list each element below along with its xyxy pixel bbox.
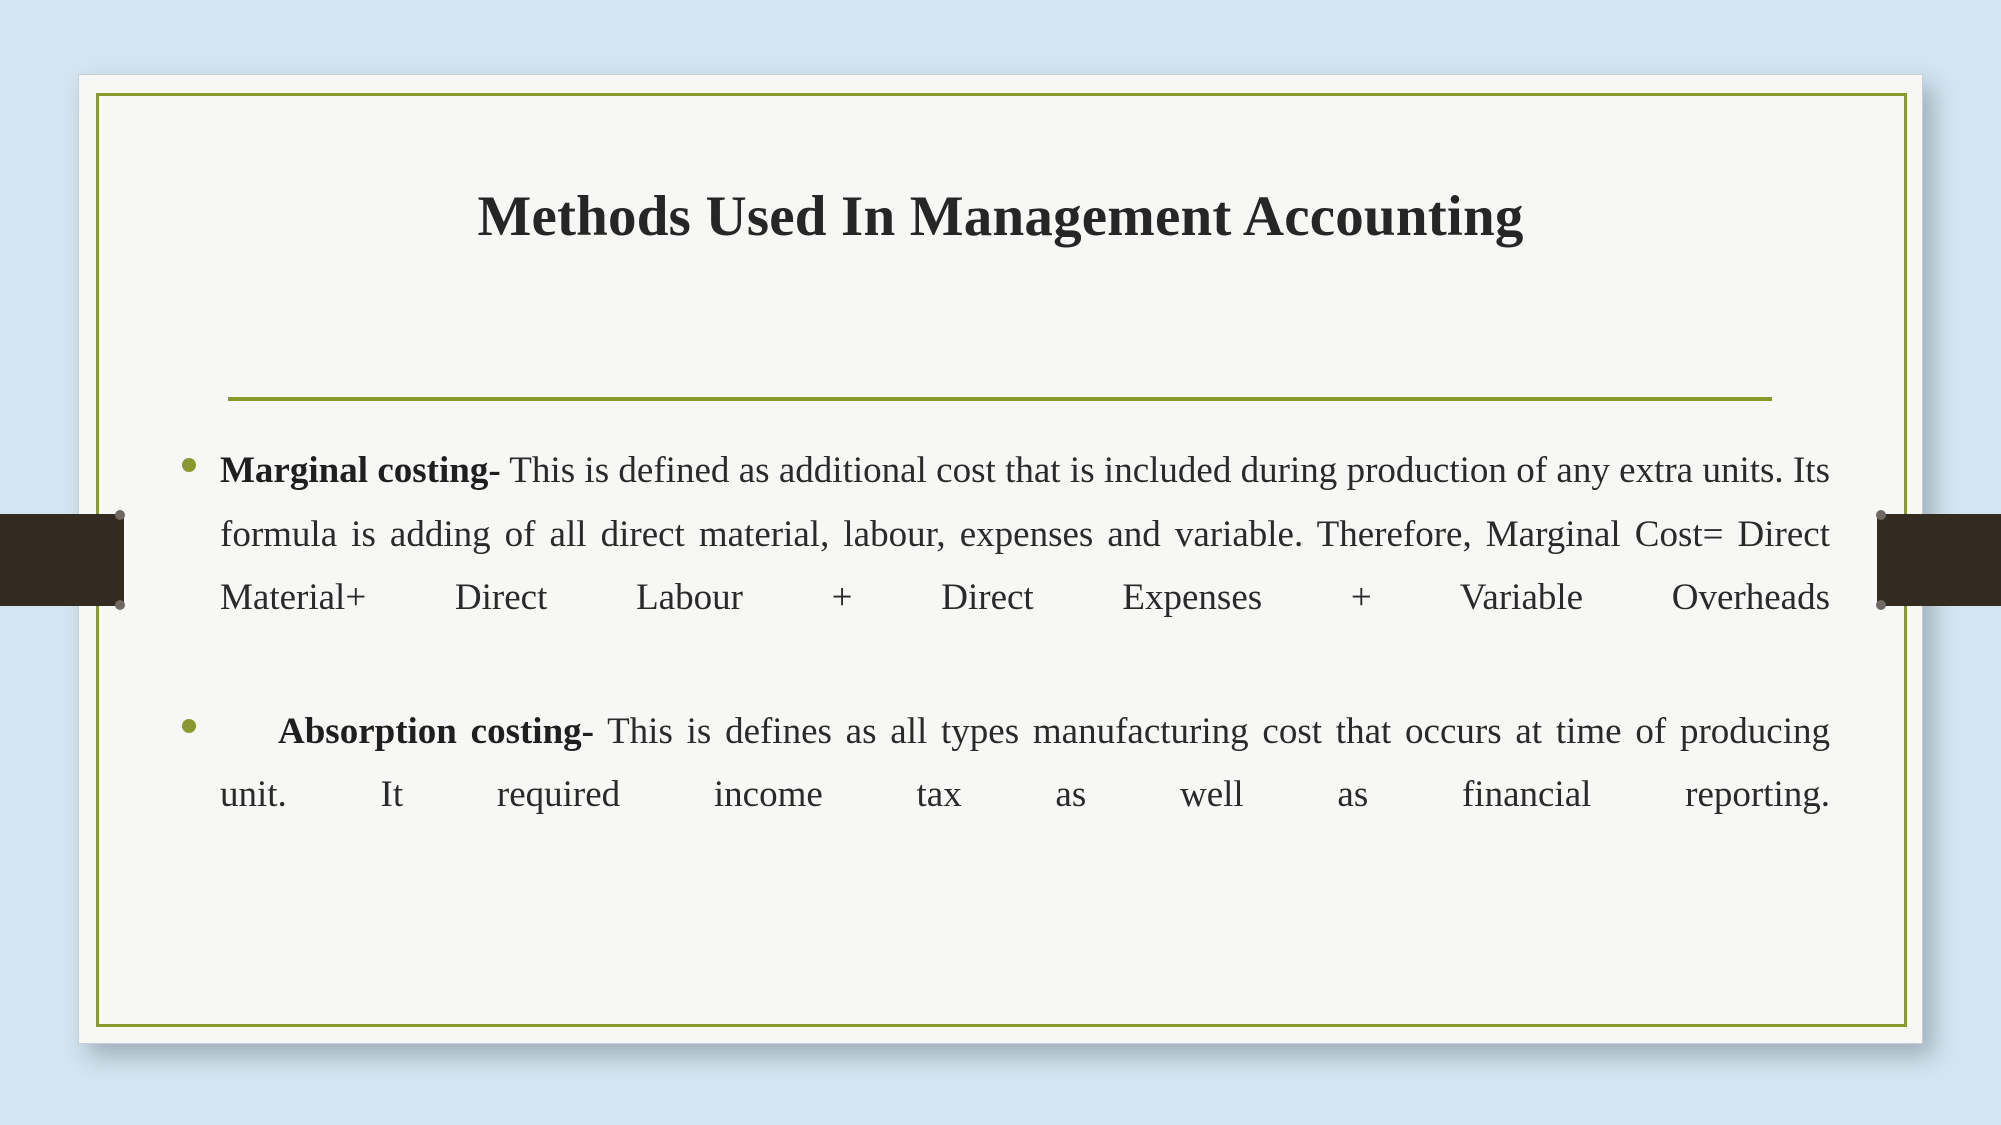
page-title: Methods Used In Management Accounting — [477, 185, 1524, 248]
bullet-paragraph: Marginal costing- This is defined as add… — [182, 439, 1830, 694]
slide-card: Methods Used In Management Accounting Ma… — [78, 74, 1923, 1044]
list-item: Absorption costing- This is defines as a… — [182, 700, 1830, 891]
bullet-dot-icon — [182, 718, 196, 733]
list-item: Marginal costing- This is defined as add… — [182, 439, 1830, 694]
ribbon-cap-icon — [1876, 510, 1886, 520]
bullet-paragraph: Absorption costing- This is defines as a… — [182, 700, 1830, 891]
ribbon-cap-icon — [115, 600, 125, 610]
bullet-lead-term: Absorption costing- — [278, 710, 594, 752]
slide-stage: Methods Used In Management Accounting Ma… — [0, 0, 2001, 1125]
ribbon-cap-icon — [1876, 600, 1886, 610]
title-divider — [228, 397, 1772, 401]
right-ribbon-decoration — [1876, 510, 2001, 610]
left-ribbon-decoration — [0, 510, 125, 610]
bullet-dot-icon — [182, 458, 196, 472]
ribbon-cap-icon — [115, 510, 125, 520]
slide-body: Marginal costing- This is defined as add… — [182, 439, 1830, 896]
bullet-lead-term: Marginal costing- — [220, 450, 501, 491]
